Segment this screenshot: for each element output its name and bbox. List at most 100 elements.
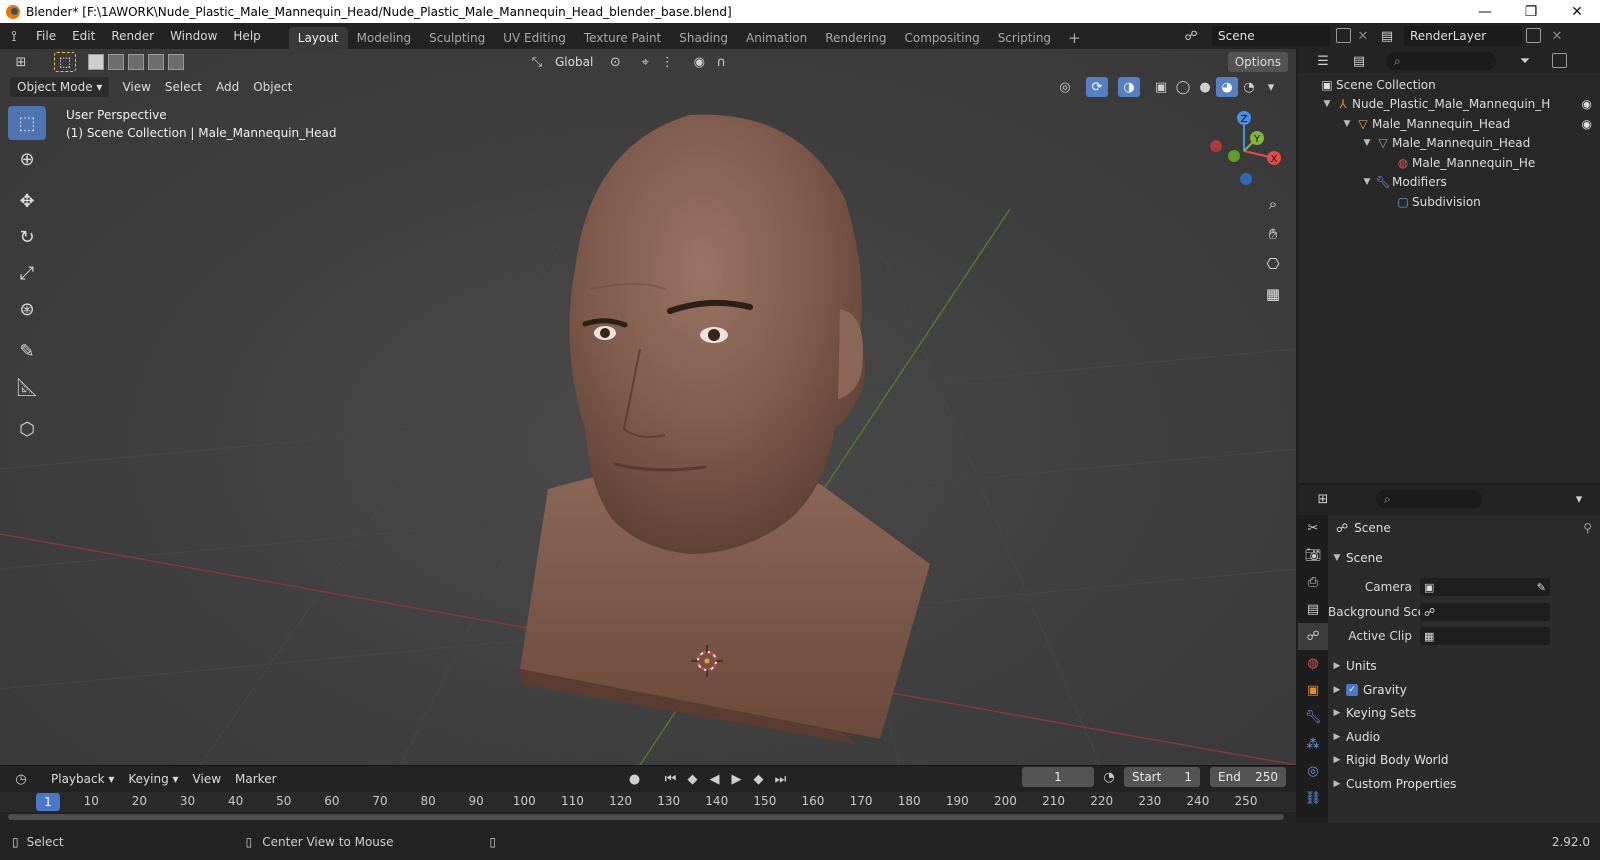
play-reverse-icon[interactable]: ◀ <box>704 769 726 789</box>
outliner-search-input[interactable]: ⌕ <box>1386 52 1496 70</box>
physics-tab-icon[interactable]: ◎ <box>1298 758 1328 785</box>
mannequin-head-model[interactable] <box>520 114 930 744</box>
pivot-point-icon[interactable]: ⊙ <box>604 52 626 72</box>
jump-end-icon[interactable]: ⏭ <box>770 769 792 789</box>
scene-tab-icon[interactable]: ☍ <box>1298 623 1328 650</box>
select-intersect-icon[interactable] <box>168 54 184 70</box>
cursor-icon[interactable]: ⊕ <box>8 142 46 176</box>
timeline-scrollbar[interactable] <box>8 814 1284 820</box>
jump-start-icon[interactable]: ⏮ <box>660 769 682 789</box>
pin-icon[interactable]: ⚲ <box>1583 521 1592 535</box>
delete-view-layer-icon[interactable]: ✕ <box>1546 26 1568 46</box>
select-extend-icon[interactable] <box>108 54 124 70</box>
start-frame-field[interactable]: Start 1 <box>1124 767 1200 787</box>
camera-field[interactable]: ▣ ✎ <box>1420 578 1550 596</box>
panel-gravity-header[interactable]: ▶ ✓ Gravity <box>1328 679 1600 701</box>
particles-tab-icon[interactable]: ⁂ <box>1298 731 1328 758</box>
world-tab-icon[interactable]: ◍ <box>1298 650 1328 677</box>
shading-options-icon[interactable]: ▾ <box>1260 77 1282 97</box>
tab-texture-paint[interactable]: Texture Paint <box>575 27 670 49</box>
material-shading-icon[interactable]: ◕ <box>1216 77 1238 97</box>
proportional-editing-icon[interactable]: ◉ <box>688 52 710 72</box>
menu-add[interactable]: Add <box>209 77 246 97</box>
menu-render[interactable]: Render <box>103 23 162 49</box>
solid-shading-icon[interactable]: ● <box>1194 77 1216 97</box>
render-tab-icon[interactable]: 📷︎ <box>1298 542 1328 569</box>
xray-toggle-icon[interactable]: ▣ <box>1150 77 1172 97</box>
view-layer-tab-icon[interactable]: ▤ <box>1298 596 1328 623</box>
editor-type-icon[interactable]: ⊞ <box>10 52 32 72</box>
measure-icon[interactable]: 📐︎ <box>8 370 46 404</box>
menu-view[interactable]: View <box>115 77 157 97</box>
menu-object[interactable]: Object <box>246 77 299 97</box>
tab-sculpting[interactable]: Sculpting <box>420 27 494 49</box>
snap-target-icon[interactable]: ⋮ <box>656 52 678 72</box>
annotate-icon[interactable]: ✎ <box>8 334 46 368</box>
output-tab-icon[interactable]: ⎙ <box>1298 569 1328 596</box>
outliner-row-subdivision[interactable]: ▢ Subdivision <box>1394 192 1600 211</box>
move-icon[interactable]: ✥ <box>8 184 46 218</box>
3d-viewport[interactable]: ⊞ ⬚ ⤡ Global ⊙ ⌖ ⋮ ◉ ∩ Options Object Mo… <box>0 49 1296 765</box>
play-icon[interactable]: ▶ <box>726 769 748 789</box>
outliner-row-scene-collection[interactable]: ▣ Scene Collection <box>1318 75 1600 94</box>
transform-icon[interactable]: ⊛ <box>8 292 46 326</box>
new-view-layer-icon[interactable] <box>1526 28 1541 43</box>
current-frame-field[interactable]: 1 <box>1022 767 1094 787</box>
rotate-icon[interactable]: ↻ <box>8 220 46 254</box>
menu-help[interactable]: Help <box>225 23 268 49</box>
tab-animation[interactable]: Animation <box>737 27 816 49</box>
view-layer-field[interactable]: RenderLayer <box>1404 26 1522 46</box>
collapse-arrow-icon[interactable]: ▼ <box>1360 177 1374 187</box>
outliner-row-modifiers[interactable]: ▼ 🔧︎ Modifiers <box>1360 172 1600 191</box>
wireframe-shading-icon[interactable]: ◯ <box>1172 77 1194 97</box>
tab-modeling[interactable]: Modeling <box>348 27 421 49</box>
properties-editor-type-icon[interactable]: ⊞ <box>1312 489 1334 509</box>
prev-keyframe-icon[interactable]: ◆ <box>682 769 704 789</box>
visibility-icon[interactable]: ◎ <box>1054 77 1076 97</box>
rendered-shading-icon[interactable]: ◔ <box>1238 77 1260 97</box>
object-tab-icon[interactable]: ▣ <box>1298 677 1328 704</box>
snap-icon[interactable]: ⌖ <box>634 52 656 72</box>
next-keyframe-icon[interactable]: ◆ <box>748 769 770 789</box>
select-invert-icon[interactable] <box>148 54 164 70</box>
current-frame-indicator[interactable]: 1 <box>36 793 60 811</box>
timeline-ruler[interactable]: 1 10 20 30 40 50 60 70 80 90 100 110 120 130 140 150 16… <box>0 792 1296 812</box>
view-layer-icon[interactable]: ▤ <box>1376 26 1398 46</box>
select-box-tool-icon[interactable]: ⬚ <box>54 52 76 72</box>
menu-edit[interactable]: Edit <box>64 23 103 49</box>
collapse-arrow-icon[interactable]: ▼ <box>1360 138 1374 148</box>
eye-icon[interactable]: ◉ <box>1582 97 1592 111</box>
tab-scripting[interactable]: Scripting <box>989 27 1060 49</box>
menu-window[interactable]: Window <box>162 23 225 49</box>
tab-uv-editing[interactable]: UV Editing <box>494 27 575 49</box>
scale-icon[interactable]: ⤢ <box>8 256 46 290</box>
panel-scene-header[interactable]: ▼ Scene <box>1328 547 1600 569</box>
outliner-row-collection[interactable]: ▼ ⅄ Nude_Plastic_Male_Mannequin_H ◉ <box>1320 94 1600 113</box>
select-subtract-icon[interactable] <box>128 54 144 70</box>
filter-icon[interactable]: ⏷ <box>1514 51 1536 71</box>
blender-logo-icon[interactable]: ⟟ <box>0 23 28 49</box>
collapse-arrow-icon[interactable]: ▼ <box>1320 99 1334 109</box>
panel-rigid-body-header[interactable]: ▶ Rigid Body World <box>1328 749 1600 771</box>
delete-scene-icon[interactable]: ✕ <box>1352 26 1374 46</box>
menu-marker[interactable]: Marker <box>228 769 283 789</box>
outliner-row-material[interactable]: ◍ Male_Mannequin_He <box>1394 153 1600 172</box>
gizmo-toggle-icon[interactable]: ⟳ <box>1086 77 1108 97</box>
add-cube-icon[interactable]: ⬡ <box>8 412 46 446</box>
record-icon[interactable]: ● <box>624 769 646 789</box>
close-button[interactable]: ✕ <box>1554 0 1600 23</box>
panel-custom-properties-header[interactable]: ▶ Custom Properties <box>1328 773 1600 795</box>
transform-orientation-dropdown[interactable]: Global <box>548 52 600 72</box>
new-collection-icon[interactable] <box>1552 53 1567 68</box>
new-scene-icon[interactable] <box>1336 28 1351 43</box>
gravity-checkbox[interactable]: ✓ <box>1346 684 1358 696</box>
add-workspace-button[interactable]: + <box>1060 27 1089 49</box>
modifier-tab-icon[interactable]: 🔧︎ <box>1298 704 1328 731</box>
constraints-tab-icon[interactable]: ⛓︎ <box>1298 785 1328 812</box>
scene-field[interactable]: Scene <box>1212 26 1330 46</box>
minimize-button[interactable]: — <box>1462 0 1508 23</box>
outliner-row-mesh[interactable]: ▼ ▽ Male_Mannequin_Head <box>1360 133 1600 152</box>
timeline-editor-type-icon[interactable]: ◷ <box>10 769 32 789</box>
scene-selector-icon[interactable]: ☍ <box>1180 26 1202 46</box>
overlays-toggle-icon[interactable]: ◑ <box>1118 77 1140 97</box>
